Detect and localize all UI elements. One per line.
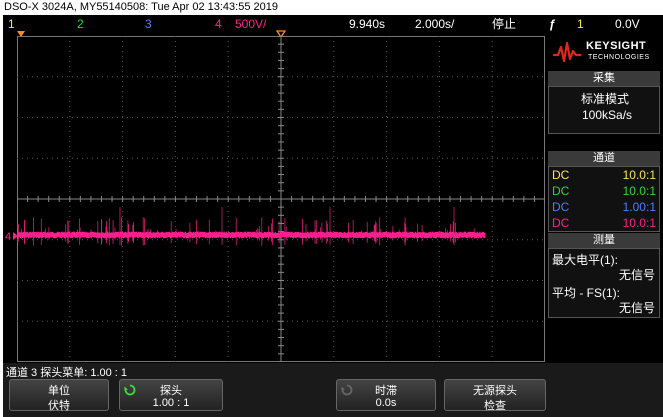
units-softkey-label: 单位 — [48, 385, 70, 397]
acquisition-header[interactable]: 采集 — [548, 71, 660, 86]
measure-1-value: 无信号 — [618, 268, 655, 282]
ch4-coupling: DC — [552, 216, 570, 230]
ch3-probe: 1.00:1 — [622, 200, 656, 214]
acquisition-mode: 标准模式 — [581, 92, 630, 106]
window-title: DSO-X 3024A, MY55140508: Tue Apr 02 13:4… — [0, 0, 663, 15]
channel-4-ground-marker[interactable]: 4 — [5, 229, 19, 243]
measure-2-label: 平均 - FS(1): — [552, 286, 620, 300]
svg-text:4: 4 — [5, 231, 11, 243]
acquisition-box[interactable]: 标准模式 100kSa/s — [548, 86, 660, 134]
oscilloscope-screen: 1 2 3 4 500V/ 9.940s 2.000s/ 停止 ƒ 1 0.0V — [3, 15, 663, 417]
channels-box[interactable]: DC 10.0:1 DC 10.0:1 DC 1.00:1 DC 10.0:1 — [548, 166, 660, 232]
waveform-grid[interactable] — [17, 36, 545, 362]
brand-name: KEYSIGHT — [586, 40, 647, 52]
ch2-coupling: DC — [552, 184, 570, 198]
units-softkey-value: 伏特 — [48, 400, 70, 412]
measure-box[interactable]: 最大电平(1): 无信号 平均 - FS(1): 无信号 — [548, 248, 660, 318]
trigger-edge-icon: ƒ — [549, 17, 556, 31]
keysight-wave-icon — [553, 41, 581, 63]
passive-probe-check-softkey[interactable]: 无源探头 检查 — [444, 379, 546, 412]
ch1-coupling: DC — [552, 168, 570, 182]
channels-header[interactable]: 通道 — [548, 151, 660, 166]
measure-header[interactable]: 测量 — [548, 233, 660, 248]
probe-softkey-label: 探头 — [160, 385, 182, 397]
ch4-probe: 10.0:1 — [622, 216, 656, 230]
passive-probe-softkey-value: 检查 — [484, 400, 506, 412]
trigger-level: 0.0V — [615, 17, 640, 31]
ch1-probe: 10.0:1 — [622, 168, 656, 182]
skew-softkey[interactable]: 时滞 0.0s — [336, 379, 436, 411]
trigger-source: 1 — [577, 17, 584, 31]
units-softkey[interactable]: 单位 伏特 — [9, 379, 109, 412]
sample-rate: 100kSa/s — [582, 108, 633, 122]
measure-1-label: 最大电平(1): — [552, 253, 619, 267]
menu-status-line: 通道 3 探头菜单: 1.00 : 1 — [6, 367, 128, 379]
probe-softkey[interactable]: 探头 1.00 : 1 — [119, 379, 223, 411]
softkey-bar: 通道 3 探头菜单: 1.00 : 1 单位 伏特 探头 1.00 : 1 时滞… — [3, 363, 663, 417]
passive-probe-softkey-label: 无源探头 — [473, 385, 517, 397]
keysight-logo: KEYSIGHT TECHNOLOGIES — [546, 35, 662, 69]
ch3-coupling: DC — [552, 200, 570, 214]
brand-subtitle: TECHNOLOGIES — [588, 54, 650, 61]
skew-softkey-label: 时滞 — [375, 385, 397, 397]
skew-softkey-value: 0.0s — [375, 397, 397, 409]
sidebar-panel: KEYSIGHT TECHNOLOGIES 采集 标准模式 100kSa/s 通… — [546, 35, 662, 363]
channel-4-trace — [17, 231, 486, 239]
ch2-probe: 10.0:1 — [622, 184, 656, 198]
probe-softkey-value: 1.00 : 1 — [152, 397, 190, 409]
measure-2-value: 无信号 — [618, 301, 655, 315]
